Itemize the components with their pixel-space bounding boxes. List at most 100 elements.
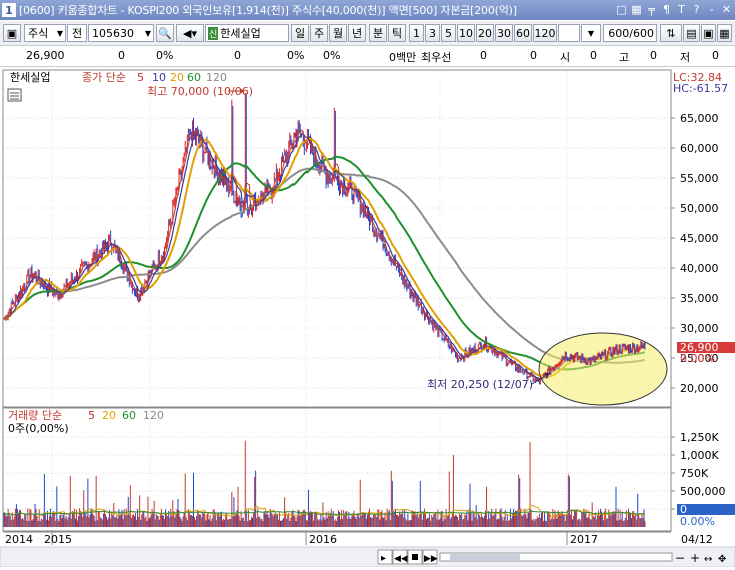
highlight-ellipse: [538, 332, 668, 406]
last-volume-pct: 0.00%: [680, 515, 715, 528]
minute-opt-10[interactable]: 10: [457, 24, 475, 42]
svg-text:▶▶: ▶▶: [424, 554, 438, 564]
save-icon[interactable]: ▣: [701, 24, 716, 42]
period-tab-week[interactable]: 주: [310, 24, 328, 42]
close-button[interactable]: ✕: [720, 2, 733, 17]
minimize-button[interactable]: -: [705, 2, 718, 17]
change-pct: 0%: [156, 49, 174, 62]
y-tick-label: 50,000: [680, 202, 719, 215]
vol-ma-legend-120: 120: [143, 409, 164, 422]
current-price: 26,900: [26, 49, 65, 62]
open-value: 0: [590, 49, 597, 62]
period-tab-year[interactable]: 년: [348, 24, 366, 42]
svg-text:◀◀: ◀◀: [394, 554, 408, 564]
count-field[interactable]: 600/600: [603, 24, 657, 42]
credit-badge-icon: 신: [208, 26, 219, 40]
quote-info-row: 26,900 0 0% 0 0% 0% 0백만 최우선 0 0 시 0 고 0 …: [0, 46, 735, 67]
vol-ma-legend-20: 20: [102, 409, 116, 422]
volume-legend-label: 거래량 단순: [8, 409, 62, 422]
speaker-icon[interactable]: ◀▾: [176, 24, 204, 42]
y-tick-label: 55,000: [680, 172, 719, 185]
volume-pct-2: 0%: [323, 49, 341, 62]
scroll-thumb[interactable]: [450, 554, 520, 560]
y-tick-label: 30,000: [680, 322, 719, 335]
period-tab-day[interactable]: 일: [291, 24, 309, 42]
count-value: 600: [608, 26, 630, 40]
x-label-2015: 2015: [44, 533, 72, 546]
stock-code-input[interactable]: 105630 ▼: [88, 24, 154, 42]
ma-legend-10: 10: [152, 71, 166, 84]
stock-name-field[interactable]: 신 한세실업: [205, 24, 289, 42]
minute-opt-60[interactable]: 60: [514, 24, 532, 42]
low-value: 0: [712, 49, 719, 62]
y-tick-label: 35,000: [680, 292, 719, 305]
last-price-pct: 0.00%: [680, 352, 715, 365]
svg-text:▸: ▸: [381, 553, 386, 564]
period-dropdown-icon[interactable]: ▼: [581, 24, 601, 42]
window-btn-5[interactable]: T: [675, 2, 688, 17]
volume-tick-label: 500,000: [680, 485, 726, 498]
window-btn-1[interactable]: □: [615, 2, 628, 17]
stock-name: 한세실업: [220, 27, 261, 40]
hc-value: HC:-61.57: [673, 82, 728, 95]
minute-opt-120[interactable]: 120: [533, 24, 557, 42]
x-label-2017: 2017: [570, 533, 598, 546]
dropdown-icon: ▼: [56, 28, 63, 38]
amount-value: 0백만: [389, 51, 417, 64]
volume-current: 0주(0,00%): [8, 422, 69, 435]
window-btn-4[interactable]: ¶: [660, 2, 673, 17]
stock-chart[interactable]: 한세실업 종가 단순 5 10 20 60 120 LC:32.84 HC:-6…: [0, 67, 735, 568]
arrow-icon[interactable]: ↔: [704, 554, 712, 565]
volume-pct-1: 0%: [287, 49, 305, 62]
price-panel-stock-label: 한세실업: [10, 71, 50, 84]
volume-tick-label: 750K: [680, 467, 709, 480]
menu-icon[interactable]: ▦: [717, 24, 732, 42]
high-label: 고: [619, 51, 630, 64]
count-total: /600: [629, 26, 654, 40]
y-tick-label: 60,000: [680, 142, 719, 155]
window-btn-2[interactable]: ▦: [630, 2, 643, 17]
title-bar: 1 [0600] 키움종합차트 - KOSPI200 외국인보유[1,914(천…: [0, 0, 735, 20]
window-btn-3[interactable]: ╤: [645, 2, 658, 17]
period-tab-tick[interactable]: 틱: [388, 24, 406, 42]
low-label: 저: [680, 51, 691, 64]
search-icon[interactable]: 🔍: [156, 24, 174, 42]
zoom-in-icon[interactable]: +: [690, 551, 700, 565]
minute-opt-1[interactable]: 1: [409, 24, 424, 42]
chart-area[interactable]: 한세실업 종가 단순 5 10 20 60 120 LC:32.84 HC:-6…: [0, 67, 735, 568]
window-title: [0600] 키움종합차트 - KOSPI200 외국인보유[1,914(천)]…: [19, 4, 517, 17]
window-number-icon[interactable]: 1: [2, 3, 16, 17]
period-tab-minute[interactable]: 분: [369, 24, 387, 42]
vol-ma-legend-5: 5: [88, 409, 95, 422]
market-scope-select[interactable]: 전: [67, 24, 87, 42]
minute-opt-20[interactable]: 20: [476, 24, 494, 42]
stock-code-value: 105630: [92, 26, 134, 40]
minute-opt-3[interactable]: 3: [425, 24, 440, 42]
minute-opt-30[interactable]: 30: [495, 24, 513, 42]
minute-opt-5[interactable]: 5: [441, 24, 456, 42]
volume-tick-label: 1,000K: [680, 449, 719, 462]
panel-icon[interactable]: ▣: [3, 24, 21, 42]
period-tab-month[interactable]: 월: [329, 24, 347, 42]
lock-icon[interactable]: ▤: [683, 24, 700, 42]
best-ask-label: 최우선: [421, 51, 452, 64]
x-label-2014: 2014: [5, 533, 33, 546]
settings-icon[interactable]: ✥: [718, 554, 726, 565]
window-buttons: □ ▦ ╤ ¶ T ? - ✕: [615, 2, 733, 17]
zoom-out-icon[interactable]: −: [675, 551, 685, 565]
vol-ma-legend-60: 60: [122, 409, 136, 422]
ask-1: 0: [480, 49, 487, 62]
compare-icon[interactable]: ⇅: [660, 24, 682, 42]
toolbar: ▣ 주식 ▼ 전 105630 ▼ 🔍 ◀▾ 신 한세실업 일 주 월 년 분 …: [0, 21, 735, 46]
y-tick-label: 20,000: [680, 382, 719, 395]
volume-tick-label: 1,250K: [680, 431, 719, 444]
custom-period-input[interactable]: [558, 24, 580, 42]
market-select[interactable]: 주식 ▼: [24, 24, 66, 42]
help-button[interactable]: ?: [690, 2, 703, 17]
ma-legend-5: 5: [137, 71, 144, 84]
y-tick-label: 45,000: [680, 232, 719, 245]
market-value: 주식: [28, 27, 49, 40]
x-label-2016: 2016: [309, 533, 337, 546]
x-last-date: 04/12: [681, 533, 713, 546]
ma-legend-60: 60: [187, 71, 201, 84]
